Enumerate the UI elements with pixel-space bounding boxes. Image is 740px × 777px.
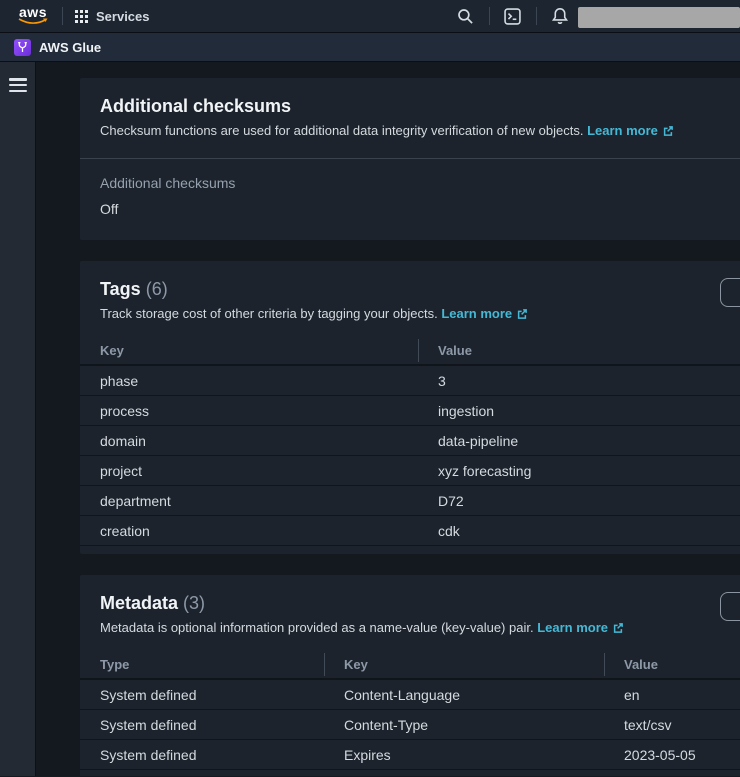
metadata-table-header: Type Key Value xyxy=(80,650,740,680)
search-button[interactable] xyxy=(455,5,477,27)
tags-description: Track storage cost of other criteria by … xyxy=(100,305,740,322)
services-menu-button[interactable]: Services xyxy=(75,9,150,24)
tags-table: Key Value phase3processingestiondomainda… xyxy=(80,336,740,554)
table-cell-key: process xyxy=(80,403,418,419)
table-cell-value: 2023-05-05 xyxy=(604,747,740,763)
table-row: projectxyz forecasting xyxy=(80,456,740,486)
table-cell-key: Content-Language xyxy=(324,687,604,703)
table-row: System definedContent-Languageen xyxy=(80,680,740,710)
column-header-value: Value xyxy=(604,657,740,672)
tags-table-header: Key Value xyxy=(80,336,740,366)
table-cell-key: project xyxy=(80,463,418,479)
main-content: Additional checksums Checksum functions … xyxy=(36,62,740,776)
cloudshell-icon xyxy=(504,8,521,25)
table-cell-type: System defined xyxy=(80,747,324,763)
table-cell-value: cdk xyxy=(418,523,740,539)
aws-logo-text: aws xyxy=(19,6,47,18)
table-cell-key: domain xyxy=(80,433,418,449)
table-row: System definedExpires2023-05-05 xyxy=(80,740,740,770)
hamburger-menu-icon[interactable] xyxy=(9,78,27,92)
checksums-learn-more-link[interactable]: Learn more xyxy=(587,122,674,139)
table-cell-type: System defined xyxy=(80,717,324,733)
metadata-header-action-button[interactable] xyxy=(720,592,740,621)
checksums-field: Additional checksums Off xyxy=(80,159,740,218)
table-cell-key: phase xyxy=(80,373,418,389)
metadata-table-body: System definedContent-LanguageenSystem d… xyxy=(80,680,740,770)
external-link-icon xyxy=(612,622,624,634)
nav-divider xyxy=(489,7,490,25)
app-bar: AWS Glue xyxy=(0,33,740,62)
account-menu-redacted[interactable] xyxy=(578,7,740,28)
external-link-icon xyxy=(662,125,674,137)
column-header-key: Key xyxy=(324,657,604,672)
side-navigation-rail xyxy=(0,62,36,776)
tags-title: Tags (6) xyxy=(100,278,740,300)
metadata-title: Metadata (3) xyxy=(100,592,740,614)
table-cell-key: Expires xyxy=(324,747,604,763)
table-row: processingestion xyxy=(80,396,740,426)
table-cell-value: xyz forecasting xyxy=(418,463,740,479)
table-cell-type: System defined xyxy=(80,687,324,703)
table-row: departmentD72 xyxy=(80,486,740,516)
aws-logo[interactable]: aws xyxy=(16,6,50,26)
metadata-count: (3) xyxy=(183,593,205,613)
table-row: domaindata-pipeline xyxy=(80,426,740,456)
table-cell-value: en xyxy=(604,687,740,703)
column-header-type: Type xyxy=(80,657,324,672)
metadata-table: Type Key Value System definedContent-Lan… xyxy=(80,650,740,776)
table-cell-value: text/csv xyxy=(604,717,740,733)
tags-learn-more-link[interactable]: Learn more xyxy=(441,305,528,322)
table-cell-value: data-pipeline xyxy=(418,433,740,449)
table-row: creationcdk xyxy=(80,516,740,546)
table-cell-key: Content-Type xyxy=(324,717,604,733)
nav-divider xyxy=(536,7,537,25)
checksums-card: Additional checksums Checksum functions … xyxy=(80,78,740,240)
table-row: System definedContent-Typetext/csv xyxy=(80,710,740,740)
table-cell-key: creation xyxy=(80,523,418,539)
services-grid-icon xyxy=(75,10,88,23)
column-header-key: Key xyxy=(80,343,418,358)
table-cell-value: 3 xyxy=(418,373,740,389)
cloudshell-button[interactable] xyxy=(502,5,524,27)
notifications-bell-icon xyxy=(551,7,569,25)
table-row: phase3 xyxy=(80,366,740,396)
app-title[interactable]: AWS Glue xyxy=(39,40,101,55)
metadata-description: Metadata is optional information provide… xyxy=(100,619,740,636)
tags-count: (6) xyxy=(146,279,168,299)
table-cell-key: department xyxy=(80,493,418,509)
services-label: Services xyxy=(96,9,150,24)
external-link-icon xyxy=(516,308,528,320)
tags-table-body: phase3processingestiondomaindata-pipelin… xyxy=(80,366,740,546)
metadata-learn-more-link[interactable]: Learn more xyxy=(537,619,624,636)
column-header-value: Value xyxy=(418,343,740,358)
checksums-field-label: Additional checksums xyxy=(100,174,740,192)
aws-smile-icon xyxy=(18,18,48,26)
metadata-card: Metadata (3) Metadata is optional inform… xyxy=(80,575,740,776)
checksums-description: Checksum functions are used for addition… xyxy=(100,122,740,139)
notifications-button[interactable] xyxy=(549,5,571,27)
table-cell-value: ingestion xyxy=(418,403,740,419)
tags-header-action-button[interactable] xyxy=(720,278,740,307)
checksums-title: Additional checksums xyxy=(100,95,740,117)
table-cell-value: D72 xyxy=(418,493,740,509)
tags-card: Tags (6) Track storage cost of other cri… xyxy=(80,261,740,554)
top-navigation-bar: aws Services xyxy=(0,0,740,33)
search-icon xyxy=(457,8,474,25)
nav-divider xyxy=(62,7,63,25)
checksums-field-value: Off xyxy=(100,200,740,218)
aws-glue-icon xyxy=(14,39,31,56)
